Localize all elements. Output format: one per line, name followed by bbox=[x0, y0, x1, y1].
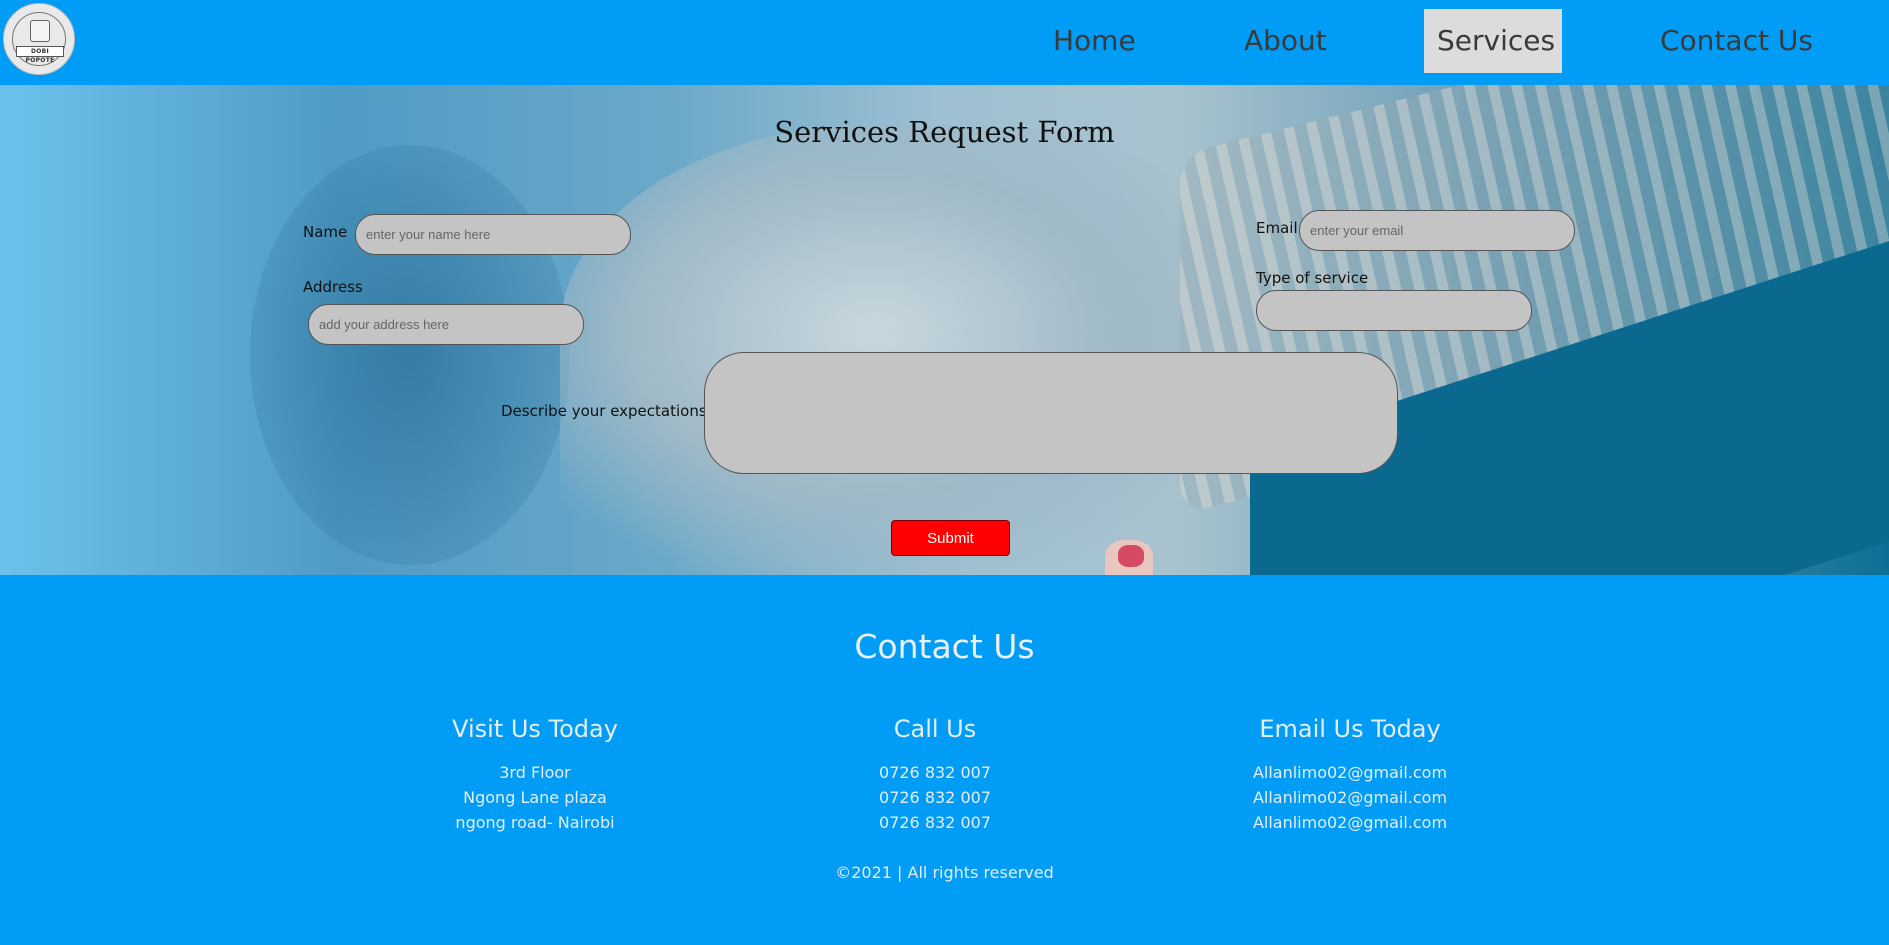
email-line[interactable]: Allanlimo02@gmail.com bbox=[1190, 785, 1510, 810]
footer-contact: Contact Us Visit Us Today 3rd Floor Ngon… bbox=[0, 575, 1889, 945]
phone-line[interactable]: 0726 832 007 bbox=[775, 760, 1095, 785]
service-type-label: Type of service bbox=[1256, 269, 1369, 287]
washing-machine-icon bbox=[30, 20, 50, 42]
email-label: Email bbox=[1256, 219, 1298, 237]
email-line[interactable]: Allanlimo02@gmail.com bbox=[1190, 810, 1510, 835]
visit-line: ngong road- Nairobi bbox=[455, 813, 615, 832]
background-blur bbox=[250, 145, 570, 565]
submit-button[interactable]: Submit bbox=[891, 520, 1010, 556]
email-column: Email Us Today Allanlimo02@gmail.com All… bbox=[1190, 715, 1510, 835]
email-line[interactable]: Allanlimo02@gmail.com bbox=[1190, 760, 1510, 785]
email-input[interactable] bbox=[1299, 210, 1575, 251]
nav-link-home[interactable]: Home bbox=[1040, 9, 1149, 73]
nav-link-contact[interactable]: Contact Us bbox=[1647, 9, 1826, 73]
name-label: Name bbox=[303, 223, 348, 241]
visit-line: 3rd Floor bbox=[499, 763, 571, 782]
visit-column: Visit Us Today 3rd Floor Ngong Lane plaz… bbox=[375, 715, 695, 835]
address-input[interactable] bbox=[308, 304, 584, 345]
top-navbar: DOBI POPOTE Home About Services Contact … bbox=[0, 0, 1889, 85]
expectations-label: Describe your expectations: bbox=[501, 402, 712, 420]
phone-line[interactable]: 0726 832 007 bbox=[775, 785, 1095, 810]
expectations-textarea[interactable] bbox=[704, 352, 1398, 474]
nav-link-about[interactable]: About bbox=[1231, 9, 1340, 73]
footer-title: Contact Us bbox=[854, 627, 1035, 666]
name-input[interactable] bbox=[355, 214, 631, 255]
visit-line: Ngong Lane plaza bbox=[463, 788, 607, 807]
call-title: Call Us bbox=[893, 715, 977, 743]
brand-logo[interactable]: DOBI POPOTE bbox=[3, 3, 75, 75]
logo-text: DOBI POPOTE bbox=[16, 46, 64, 64]
service-type-input[interactable] bbox=[1256, 290, 1532, 331]
copyright: ©2021 | All rights reserved bbox=[835, 863, 1054, 882]
form-title: Services Request Form bbox=[774, 115, 1115, 149]
service-request-section: Services Request Form Name Address Email… bbox=[0, 85, 1889, 575]
visit-title: Visit Us Today bbox=[452, 715, 618, 743]
call-column: Call Us 0726 832 007 0726 832 007 0726 8… bbox=[775, 715, 1095, 835]
background-sweater bbox=[560, 125, 1260, 575]
background-nail bbox=[1118, 545, 1144, 567]
nav-link-services[interactable]: Services bbox=[1424, 9, 1562, 73]
phone-line[interactable]: 0726 832 007 bbox=[775, 810, 1095, 835]
address-label: Address bbox=[303, 278, 363, 296]
email-title: Email Us Today bbox=[1259, 715, 1441, 743]
